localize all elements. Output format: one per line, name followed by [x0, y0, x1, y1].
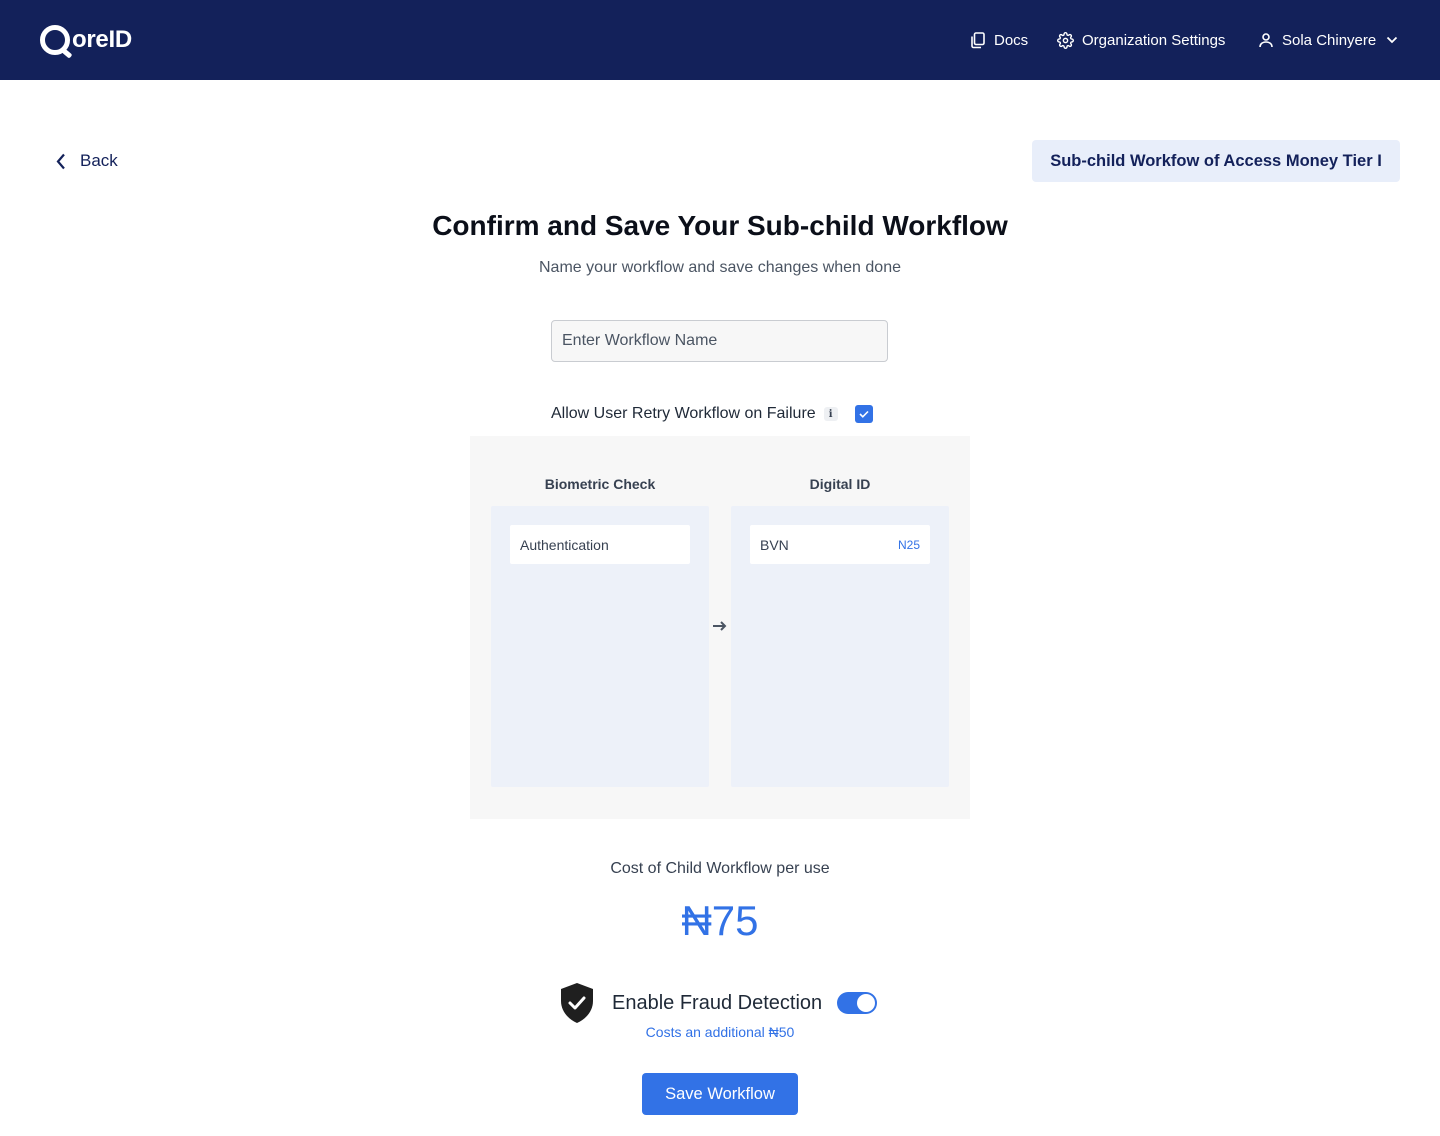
- step-card-label: BVN: [760, 536, 789, 553]
- workflow-canvas: Biometric Check Digital ID Authenticatio…: [470, 436, 970, 819]
- workflow-name-input[interactable]: [551, 320, 888, 362]
- gear-icon: [1057, 31, 1074, 49]
- chevron-left-icon: [56, 153, 66, 170]
- step-card-authentication[interactable]: Authentication: [510, 525, 690, 564]
- step-title-biometric-check: Biometric Check: [544, 476, 656, 492]
- fraud-detection-label: Enable Fraud Detection: [612, 991, 823, 1014]
- user-icon: [1258, 32, 1274, 48]
- fraud-detection-toggle[interactable]: [837, 992, 878, 1014]
- nav-organization-settings-link[interactable]: Organization Settings: [1057, 0, 1225, 80]
- chevron-down-icon: [1386, 36, 1398, 44]
- shield-check-icon: [559, 981, 595, 1025]
- step-card-price: N25: [897, 537, 920, 552]
- back-label: Back: [80, 151, 118, 170]
- parent-workflow-tag: Sub-child Workfow of Access Money Tier I: [1032, 140, 1400, 182]
- toggle-knob: [857, 994, 876, 1012]
- back-link[interactable]: Back: [56, 148, 118, 174]
- cost-label: Cost of Child Workflow per use: [610, 860, 830, 877]
- page-subtitle: Name your workflow and save changes when…: [539, 259, 901, 276]
- step-card-label: Authentication: [520, 536, 609, 553]
- fraud-detection-row: Enable Fraud Detection: [559, 981, 889, 1025]
- user-name: Sola Chinyere: [1282, 31, 1377, 49]
- page-title: Confirm and Save Your Sub-child Workflow: [432, 210, 1008, 241]
- step-title-digital-id: Digital ID: [809, 476, 871, 492]
- nav-organization-settings-label: Organization Settings: [1082, 31, 1226, 49]
- copy-icon: [970, 31, 986, 49]
- user-menu[interactable]: Sola Chinyere: [1258, 0, 1398, 80]
- cost-value: ₦75: [681, 897, 759, 944]
- fraud-detection-cost-note: Costs an additional ₦50: [645, 1024, 795, 1040]
- info-icon[interactable]: i: [823, 407, 838, 421]
- retry-option-row: Allow User Retry Workflow on Failure i: [551, 403, 873, 425]
- logo-q-mark: [40, 25, 70, 55]
- step-column-biometric-check: Authentication: [491, 506, 709, 787]
- retry-checkbox[interactable]: [854, 405, 873, 423]
- retry-option-label: Allow User Retry Workflow on Failure: [551, 405, 816, 422]
- nav-docs-link[interactable]: Docs: [970, 0, 1028, 80]
- logo-text: oreID: [72, 26, 132, 53]
- top-navigation-bar: oreID Docs Organization Settings Sola Ch…: [0, 0, 1440, 80]
- qoreid-logo[interactable]: oreID: [40, 22, 132, 58]
- nav-docs-label: Docs: [994, 31, 1029, 49]
- save-workflow-button[interactable]: Save Workflow: [642, 1073, 798, 1115]
- step-card-bvn[interactable]: BVN N25: [750, 525, 930, 564]
- step-column-digital-id: BVN N25: [731, 506, 949, 787]
- arrow-right-icon: [712, 618, 728, 634]
